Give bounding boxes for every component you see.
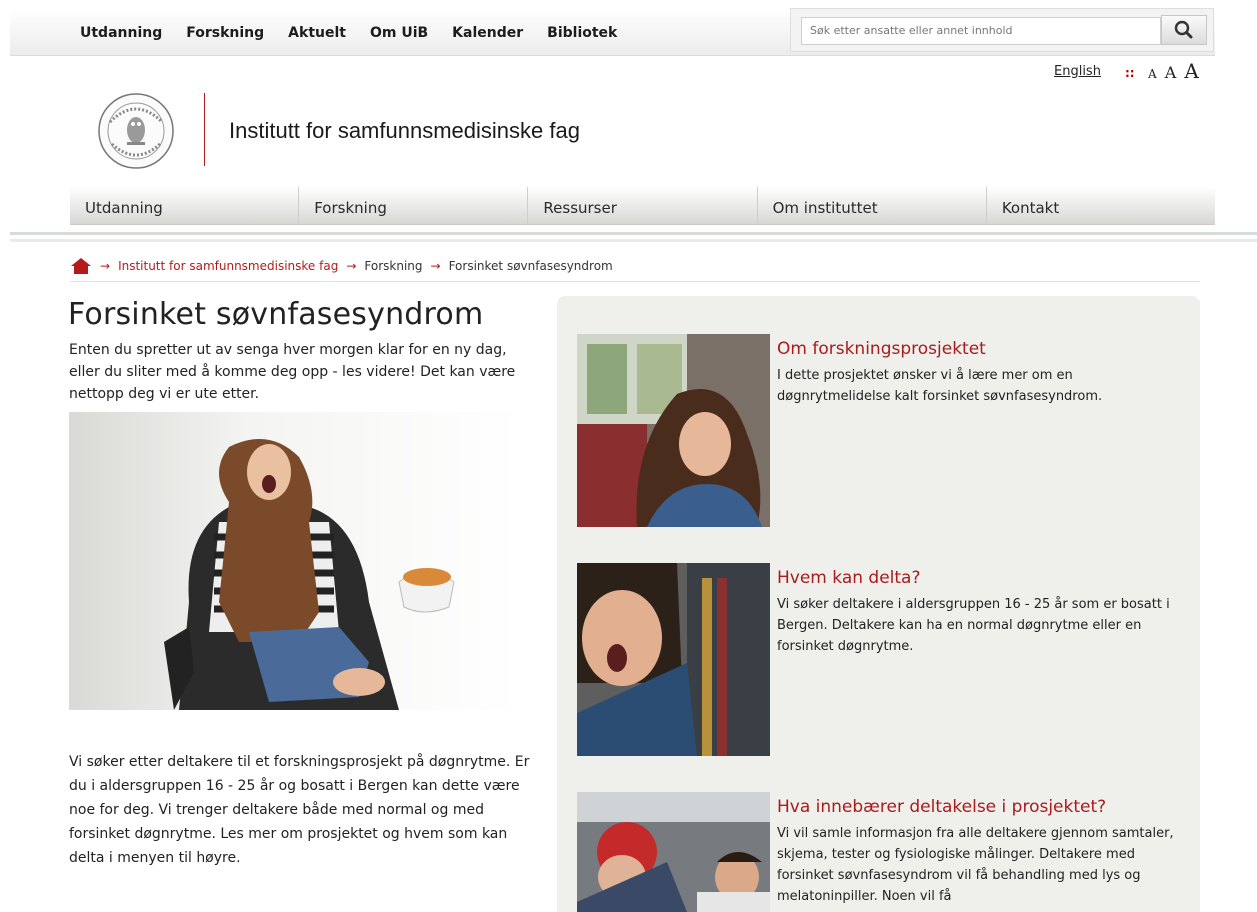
font-size-controls: A A A <box>1148 59 1202 83</box>
divider <box>10 232 1257 235</box>
topnav-om-uib[interactable]: Om UiB <box>370 25 428 41</box>
header-divider <box>204 93 205 166</box>
mainnav-om-instituttet[interactable]: Om instituttet <box>756 187 986 224</box>
top-nav: Utdanning Forskning Aktuelt Om UiB Kalen… <box>80 25 641 41</box>
institute-title[interactable]: Institutt for samfunnsmedisinske fag <box>229 118 580 144</box>
item-3-photo[interactable] <box>577 792 770 912</box>
arrow-right-icon: → <box>430 259 441 273</box>
home-icon[interactable] <box>70 257 92 275</box>
mainnav-utdanning[interactable]: Utdanning <box>70 187 298 224</box>
intro-text: Enten du spretter ut av senga hver morge… <box>69 342 516 402</box>
item-1-title[interactable]: Om forskningsprosjektet <box>777 339 986 359</box>
english-link[interactable]: English <box>1054 64 1101 79</box>
topnav-forskning[interactable]: Forskning <box>186 25 264 41</box>
topnav-bibliotek[interactable]: Bibliotek <box>547 25 617 41</box>
breadcrumb: → Institutt for samfunnsmedisinske fag →… <box>70 256 613 276</box>
divider <box>10 239 1257 242</box>
search-input[interactable]: Søk etter ansatte eller annet innhold <box>801 17 1161 45</box>
mainnav-forskning[interactable]: Forskning <box>298 187 527 224</box>
topnav-aktuelt[interactable]: Aktuelt <box>288 25 346 41</box>
mainnav-kontakt[interactable]: Kontakt <box>985 187 1215 224</box>
font-size-medium[interactable]: A <box>1165 63 1177 82</box>
main-nav: Utdanning Forskning Ressurser Om institu… <box>70 187 1215 225</box>
mainnav-ressurser[interactable]: Ressurser <box>527 187 756 224</box>
divider <box>70 281 1200 282</box>
search-button[interactable] <box>1161 15 1207 45</box>
item-2-photo[interactable] <box>577 563 770 756</box>
item-1-photo[interactable] <box>577 334 770 527</box>
topnav-utdanning[interactable]: Utdanning <box>80 25 162 41</box>
separator: :: <box>1125 66 1135 80</box>
top-bar: Utdanning Forskning Aktuelt Om UiB Kalen… <box>10 8 1215 56</box>
breadcrumb-institute[interactable]: Institutt for samfunnsmedisinske fag <box>118 259 338 273</box>
item-1-text: I dette prosjektet ønsker vi å lære mer … <box>777 368 1103 404</box>
item-3-title[interactable]: Hva innebærer deltakelse i prosjektet? <box>777 797 1106 817</box>
uib-seal-logo[interactable] <box>96 92 176 170</box>
arrow-right-icon: → <box>100 259 111 273</box>
body-text: Vi søker etter deltakere til et forsknin… <box>69 754 530 866</box>
item-2-text: Vi søker deltakere i aldersgruppen 16 - … <box>777 597 1170 654</box>
yawning-girl-photo <box>69 412 520 710</box>
search-icon <box>1174 20 1193 39</box>
arrow-right-icon: → <box>346 259 357 273</box>
item-2-title[interactable]: Hvem kan delta? <box>777 568 921 588</box>
breadcrumb-current: Forsinket søvnfasesyndrom <box>448 259 613 273</box>
search-box: Søk etter ansatte eller annet innhold <box>790 8 1214 52</box>
font-size-large[interactable]: A <box>1184 59 1198 83</box>
item-3-text: Vi vil samle informasjon fra alle deltak… <box>777 826 1174 904</box>
page-title: Forsinket søvnfasesyndrom <box>68 297 484 332</box>
topnav-kalender[interactable]: Kalender <box>452 25 523 41</box>
breadcrumb-forskning[interactable]: Forskning <box>364 259 422 273</box>
font-size-small[interactable]: A <box>1148 67 1157 81</box>
